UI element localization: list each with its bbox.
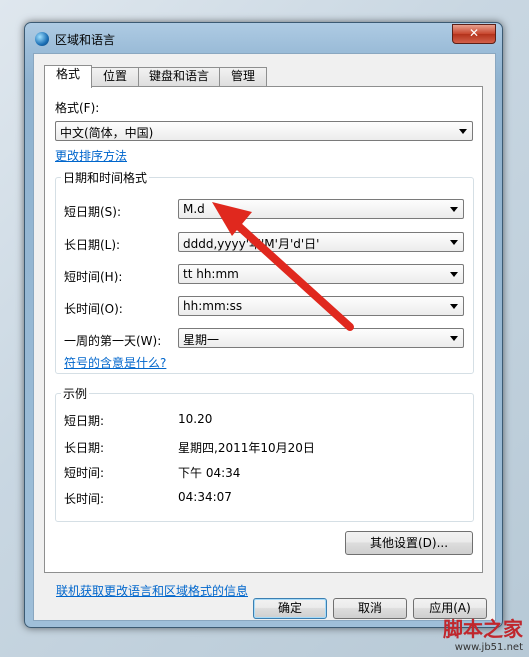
annotation-arrow — [212, 202, 354, 331]
tab-formats[interactable]: 格式 — [44, 65, 92, 88]
watermark-url: www.jb51.net — [454, 642, 523, 653]
watermark: 脚本之家 www.jb51.net — [443, 613, 523, 653]
watermark-text: 脚本之家 — [443, 617, 523, 641]
